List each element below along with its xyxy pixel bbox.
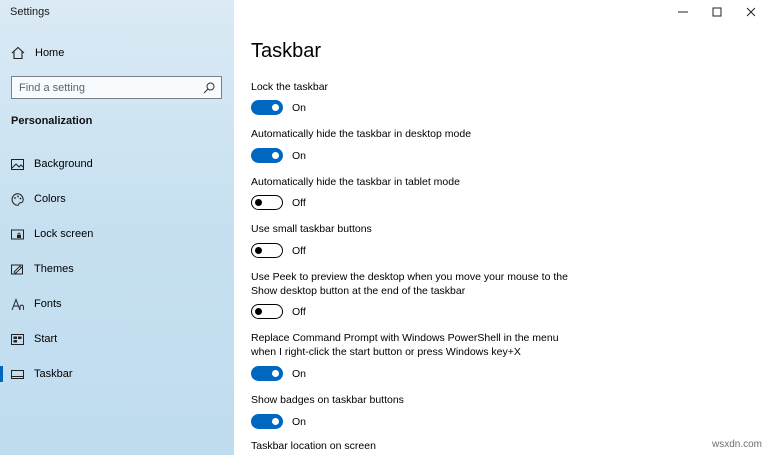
home-link[interactable]: Home [11, 45, 64, 61]
toggle-badges[interactable]: On [251, 414, 306, 429]
themes-icon [11, 264, 23, 274]
toggle-switch[interactable] [251, 100, 283, 115]
setting-label: Replace Command Prompt with Windows Powe… [251, 332, 559, 358]
toggle-state: On [292, 101, 307, 114]
toggle-state: Off [292, 244, 306, 257]
home-label: Home [35, 47, 65, 59]
sidebar-item-themes[interactable]: Themes [0, 256, 234, 282]
app-title: Settings [10, 6, 50, 18]
sidebar-item-label: Taskbar [34, 368, 73, 380]
sidebar: Settings Home Personalization Background [0, 0, 234, 455]
toggle-switch[interactable] [251, 195, 283, 210]
search-input[interactable] [19, 81, 203, 94]
taskbar-icon [11, 369, 24, 379]
fonts-icon [11, 297, 24, 310]
toggle-peek[interactable]: Off [251, 304, 306, 319]
sidebar-item-taskbar[interactable]: Taskbar [0, 361, 234, 387]
close-button[interactable] [734, 0, 768, 24]
sidebar-item-label: Start [34, 333, 58, 345]
sidebar-item-label: Fonts [34, 298, 62, 310]
minimize-icon [678, 11, 688, 13]
toggle-switch[interactable] [251, 304, 283, 319]
start-icon [11, 333, 24, 345]
toggle-state: On [292, 149, 307, 162]
toggle-autohide-tablet[interactable]: Off [251, 195, 306, 210]
toggle-state: Off [292, 196, 306, 209]
toggle-lock-taskbar[interactable]: On [251, 100, 306, 115]
sidebar-item-lock-screen[interactable]: Lock screen [0, 221, 234, 247]
palette-icon [11, 192, 24, 206]
toggle-powershell[interactable]: On [251, 366, 306, 381]
sidebar-item-label: Themes [34, 263, 74, 275]
sidebar-item-fonts[interactable]: Fonts [0, 291, 234, 317]
maximize-icon [712, 7, 722, 17]
toggle-state: On [292, 367, 307, 380]
sidebar-item-start[interactable]: Start [0, 326, 234, 352]
toggle-state: On [292, 415, 307, 428]
toggle-switch[interactable] [251, 148, 283, 163]
setting-label: Use Peek to preview the desktop when you… [251, 271, 568, 297]
page-title: Taskbar [251, 40, 322, 62]
sidebar-item-label: Colors [34, 193, 66, 205]
search-icon[interactable] [203, 82, 215, 94]
close-icon [746, 7, 756, 17]
sidebar-item-background[interactable]: Background [0, 151, 234, 177]
sidebar-item-label: Lock screen [34, 228, 94, 240]
toggle-state: Off [292, 305, 306, 318]
setting-label: Automatically hide the taskbar in tablet… [251, 176, 460, 188]
maximize-button[interactable] [700, 0, 734, 24]
sidebar-item-colors[interactable]: Colors [0, 186, 234, 212]
sidebar-item-label: Background [34, 158, 93, 170]
search-box[interactable] [11, 76, 222, 99]
toggle-switch[interactable] [251, 366, 283, 381]
setting-label: Show badges on taskbar buttons [251, 394, 404, 406]
toggle-switch[interactable] [251, 243, 283, 258]
setting-label: Lock the taskbar [251, 81, 329, 93]
home-icon [11, 46, 25, 60]
setting-label: Use small taskbar buttons [251, 223, 372, 235]
window-controls [666, 0, 768, 24]
toggle-switch[interactable] [251, 414, 283, 429]
toggle-autohide-desktop[interactable]: On [251, 148, 306, 163]
minimize-button[interactable] [666, 0, 700, 24]
watermark: wsxdn.com [711, 439, 762, 450]
lock-screen-icon [11, 229, 24, 239]
main-panel: Taskbar Lock the taskbar On Automaticall… [234, 0, 768, 455]
taskbar-location-heading: Taskbar location on screen [251, 440, 376, 452]
setting-label: Automatically hide the taskbar in deskto… [251, 128, 472, 140]
image-icon [11, 158, 24, 170]
toggle-small-buttons[interactable]: Off [251, 243, 306, 258]
section-title: Personalization [11, 115, 93, 127]
